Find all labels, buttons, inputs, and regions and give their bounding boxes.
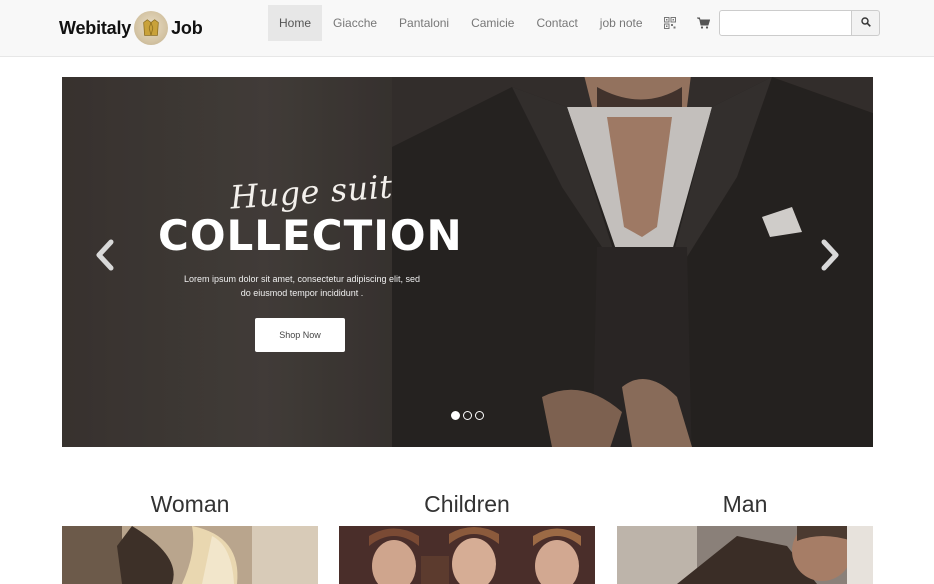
category-title-woman: Woman xyxy=(150,491,230,517)
shop-now-button[interactable]: Shop Now xyxy=(255,318,345,352)
carousel-indicators xyxy=(451,411,484,420)
brand-logo-link[interactable]: Webitaly Job xyxy=(59,11,203,45)
main-nav: Home Giacche Pantaloni Camicie Contact j… xyxy=(268,5,720,41)
hero-carousel: Huge suit COLLECTION Lorem ipsum dolor s… xyxy=(62,77,873,447)
carousel-text: Lorem ipsum dolor sit amet, consectetur … xyxy=(183,274,421,298)
brand-name-left: Webitaly xyxy=(59,17,132,38)
nav-job-note[interactable]: job note xyxy=(589,5,654,41)
chevron-right-icon xyxy=(819,239,841,276)
top-navbar: Webitaly Job Home Giacche Pantaloni Cami… xyxy=(0,0,934,57)
category-title-children: Children xyxy=(424,491,510,517)
chevron-left-icon xyxy=(94,239,116,276)
nav-camicie[interactable]: Camicie xyxy=(460,5,525,41)
category-title-man: Man xyxy=(722,491,768,517)
category-image-children[interactable] xyxy=(339,526,595,584)
nav-giacche[interactable]: Giacche xyxy=(322,5,388,41)
jacket-logo-icon xyxy=(134,11,169,45)
cart-icon[interactable] xyxy=(687,5,720,41)
carousel-next-button[interactable] xyxy=(815,237,845,277)
category-image-man[interactable] xyxy=(617,526,873,584)
qrcode-icon[interactable] xyxy=(654,5,687,41)
nav-home[interactable]: Home xyxy=(268,5,323,41)
search-icon xyxy=(860,14,871,32)
search-form xyxy=(719,10,880,36)
nav-pantaloni[interactable]: Pantaloni xyxy=(388,5,460,41)
carousel-indicator-2[interactable] xyxy=(463,411,472,420)
carousel-prev-button[interactable] xyxy=(90,237,120,277)
carousel-indicator-3[interactable] xyxy=(475,411,484,420)
search-button[interactable] xyxy=(852,10,880,36)
image-overlay xyxy=(62,77,873,447)
carousel-headline: COLLECTION xyxy=(158,211,463,260)
search-input[interactable] xyxy=(719,10,852,36)
brand-name-right: Job xyxy=(171,17,203,38)
carousel-indicator-1[interactable] xyxy=(451,411,460,420)
nav-contact[interactable]: Contact xyxy=(525,5,588,41)
category-image-woman[interactable] xyxy=(62,526,318,584)
